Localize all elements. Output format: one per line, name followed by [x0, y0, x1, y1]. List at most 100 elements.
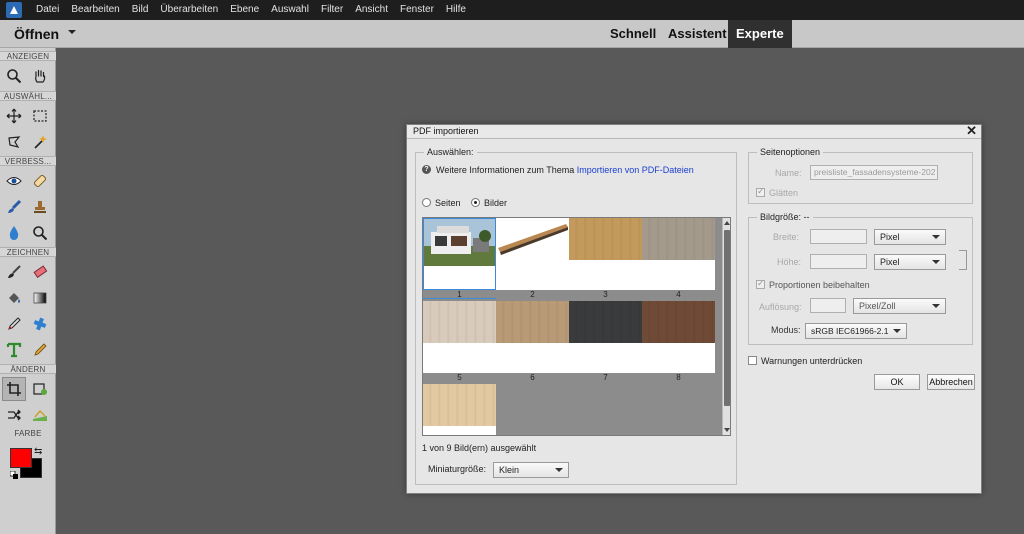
thumb-size-select[interactable]: Klein — [493, 462, 569, 478]
rectangle-marquee-icon[interactable] — [28, 104, 52, 128]
recompose-icon[interactable] — [28, 377, 52, 401]
menu-item[interactable]: Bearbeiten — [65, 0, 125, 20]
height-unit-select[interactable]: Pixel — [874, 254, 946, 270]
height-label: Höhe: — [777, 257, 802, 267]
thumb-size-label: Miniaturgröße: — [428, 464, 487, 474]
lasso-icon[interactable] — [2, 130, 26, 154]
menu-bar: Datei Bearbeiten Bild Überarbeiten Ebene Ausw… — [0, 0, 1024, 20]
eraser-icon[interactable] — [28, 260, 52, 284]
image-size-label: Bildgröße: -- — [757, 212, 813, 222]
thumbnail-image — [423, 218, 496, 290]
menu-item[interactable]: Überarbeiten — [154, 0, 224, 20]
thumbnail-grid[interactable]: 1234 5678 — [422, 217, 731, 436]
thumbnail-number: 8 — [642, 373, 715, 382]
swap-colors-icon[interactable]: ⇆ — [34, 446, 42, 457]
scrollbar-thumb[interactable] — [724, 230, 730, 406]
resolution-unit-select[interactable]: Pixel/Zoll — [853, 298, 946, 314]
menu-item[interactable]: Fenster — [394, 0, 440, 20]
radio-pages[interactable] — [422, 198, 431, 207]
thumbnail[interactable]: 3 — [569, 218, 642, 299]
chevron-down-icon — [893, 329, 901, 333]
type-icon[interactable] — [2, 338, 26, 362]
suppress-warnings-checkbox[interactable] — [748, 356, 757, 365]
foreground-color-swatch[interactable] — [10, 448, 32, 468]
width-unit-value: Pixel — [880, 232, 900, 242]
crop-icon[interactable] — [2, 377, 26, 401]
thumbnail-image — [569, 301, 642, 373]
eyedropper-icon[interactable] — [2, 312, 26, 336]
menu-item[interactable]: Hilfe — [440, 0, 472, 20]
mode-value: sRGB IEC61966-2.1 — [811, 326, 889, 336]
spot-healing-brush-icon[interactable] — [28, 169, 52, 193]
smooth-checkbox[interactable]: ✓ — [756, 186, 765, 197]
width-field[interactable] — [810, 229, 867, 244]
thumbnail-scrollbar[interactable] — [722, 218, 730, 435]
suppress-warnings-label[interactable]: Warnungen unterdrücken — [761, 356, 862, 366]
smart-brush-icon[interactable] — [2, 195, 26, 219]
chevron-down-icon — [932, 235, 940, 239]
tab-guided[interactable]: Assistent — [660, 20, 735, 48]
thumbnail[interactable]: 5 — [423, 301, 496, 382]
menu-item[interactable]: Bild — [126, 0, 155, 20]
thumbnail[interactable]: 1 — [423, 218, 496, 299]
clone-stamp-icon[interactable] — [28, 195, 52, 219]
magic-wand-icon[interactable] — [28, 130, 52, 154]
paint-bucket-icon[interactable] — [2, 286, 26, 310]
info-text: Weitere Informationen zum Thema Importie… — [436, 165, 694, 175]
thumbnail[interactable]: 2 — [496, 218, 569, 299]
name-field[interactable]: preisliste_fassadensysteme-202 — [810, 165, 938, 180]
custom-shape-icon[interactable] — [28, 312, 52, 336]
hand-icon[interactable] — [28, 64, 52, 88]
default-colors-icon[interactable] — [9, 470, 18, 479]
mode-select[interactable]: sRGB IEC61966-2.1 — [805, 323, 907, 339]
resolution-unit-value: Pixel/Zoll — [859, 301, 896, 311]
thumbnail[interactable]: 6 — [496, 301, 569, 382]
image-size-group: Bildgröße: -- Breite: Pixel Höhe: Pixel … — [748, 212, 973, 345]
thumbnail[interactable]: 8 — [642, 301, 715, 382]
texture-swatch — [423, 384, 496, 426]
ok-button[interactable]: OK — [874, 374, 920, 390]
constrain-checkbox[interactable]: ✓ — [756, 278, 765, 289]
mode-bar: Öffnen Schnell Assistent Experte — [0, 20, 1024, 48]
move-icon[interactable] — [2, 104, 26, 128]
blur-icon[interactable] — [2, 221, 26, 245]
open-button[interactable]: Öffnen — [14, 24, 59, 44]
info-link[interactable]: Importieren von PDF-Dateien — [577, 165, 694, 175]
pdf-import-dialog: PDF importieren ✕ Auswählen: ? Weitere I… — [406, 124, 982, 494]
page-options-label: Seitenoptionen — [757, 147, 824, 157]
menu-item[interactable]: Filter — [315, 0, 349, 20]
sponge-icon[interactable] — [28, 221, 52, 245]
resolution-field[interactable] — [810, 298, 846, 313]
height-unit-value: Pixel — [880, 257, 900, 267]
menu-item[interactable]: Auswahl — [265, 0, 315, 20]
menu-item[interactable]: Ansicht — [349, 0, 394, 20]
thumbnail[interactable]: 7 — [569, 301, 642, 382]
thumbnail-number: 1 — [423, 290, 496, 299]
radio-images[interactable] — [471, 198, 480, 207]
chevron-down-icon[interactable] — [68, 30, 76, 34]
radio-images-label[interactable]: Bilder — [484, 198, 507, 208]
width-unit-select[interactable]: Pixel — [874, 229, 946, 245]
radio-pages-label[interactable]: Seiten — [435, 198, 461, 208]
brush-icon[interactable] — [2, 260, 26, 284]
gradient-icon[interactable] — [28, 286, 52, 310]
thumbnail[interactable]: 4 — [642, 218, 715, 299]
tab-quick[interactable]: Schnell — [602, 20, 664, 48]
red-eye-icon[interactable] — [2, 169, 26, 193]
thumbnail[interactable] — [423, 384, 496, 435]
close-icon[interactable]: ✕ — [966, 124, 977, 138]
section-modify: ÄNDERN — [0, 364, 56, 374]
straighten-icon[interactable] — [28, 403, 52, 427]
menu-item[interactable]: Ebene — [224, 0, 265, 20]
scroll-down-icon[interactable] — [724, 428, 730, 432]
cancel-button[interactable]: Abbrechen — [927, 374, 975, 390]
height-field[interactable] — [810, 254, 867, 269]
tab-expert[interactable]: Experte — [728, 20, 792, 48]
menu-item[interactable]: Datei — [30, 0, 65, 20]
zoom-icon[interactable] — [2, 64, 26, 88]
content-aware-move-icon[interactable] — [2, 403, 26, 427]
width-label: Breite: — [773, 232, 800, 242]
dialog-titlebar[interactable]: PDF importieren ✕ — [407, 124, 981, 139]
scroll-up-icon[interactable] — [724, 221, 730, 225]
pencil-icon[interactable] — [28, 338, 52, 362]
